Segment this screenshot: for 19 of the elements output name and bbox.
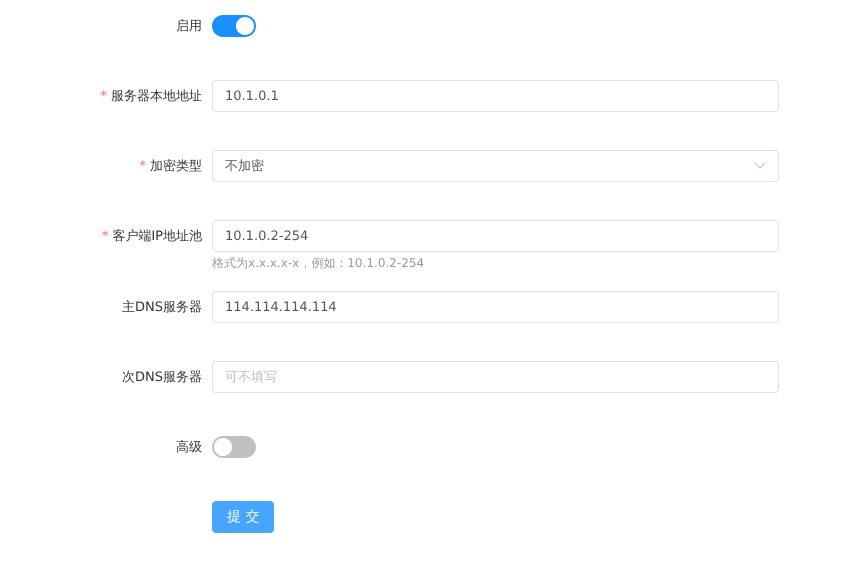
required-asterisk: * [102,228,108,244]
field-label: 主DNS服务器 [122,299,202,316]
field-label: 高级 [176,439,202,456]
text-input[interactable]: 10.1.0.2-254 [212,220,779,252]
field-label: 启用 [176,18,202,35]
chevron-down-icon [754,162,766,170]
toggle-switch[interactable] [212,436,256,458]
required-asterisk: * [100,88,107,104]
field-label: 客户端IP地址池 [112,228,202,245]
text-input[interactable]: 可不填写 [212,361,779,393]
text-input[interactable]: 10.1.0.1 [212,80,779,112]
toggle-switch[interactable] [212,15,256,37]
field-label: 服务器本地地址 [111,88,202,105]
required-asterisk: * [140,158,146,174]
field-label: 次DNS服务器 [122,369,202,386]
field-label: 加密类型 [150,158,202,175]
select-dropdown[interactable]: 不加密 [212,150,779,182]
hint-text: 格式为x.x.x.x-x，例如：10.1.0.2-254 [212,254,424,272]
text-input[interactable]: 114.114.114.114 [212,291,779,323]
